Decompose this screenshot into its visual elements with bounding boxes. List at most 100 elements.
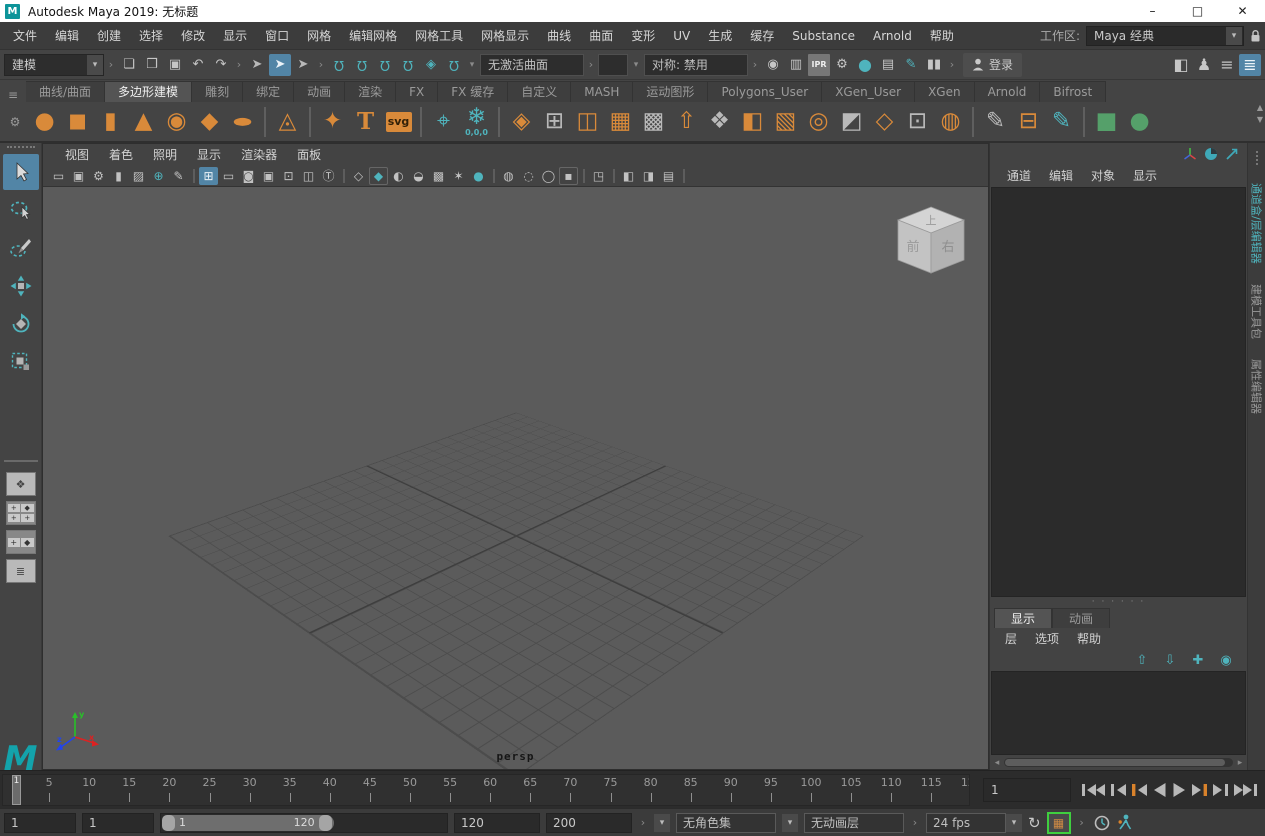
- lights-icon[interactable]: ✶: [449, 167, 468, 185]
- shelf-tab[interactable]: FX: [396, 81, 439, 102]
- super-shape-icon[interactable]: ✦: [316, 104, 349, 140]
- shelf-sep-1[interactable]: [259, 104, 271, 140]
- shelf-tab[interactable]: 自定义: [508, 81, 572, 102]
- menu-item[interactable]: 帮助: [921, 22, 963, 50]
- chevron-down-icon[interactable]: ▾: [1226, 26, 1242, 45]
- sidebar-modeling-toolkit-icon[interactable]: ◧: [1170, 54, 1192, 76]
- animation-layer-field[interactable]: 无动画层: [804, 812, 904, 833]
- speed-indicator-icon[interactable]: [1204, 147, 1218, 161]
- panel-splitter[interactable]: · · · · · ·: [990, 597, 1247, 607]
- render-setup-icon[interactable]: ▤: [877, 54, 899, 76]
- animation-end-field[interactable]: 200: [546, 812, 632, 833]
- login-button[interactable]: 登录: [963, 52, 1023, 77]
- single-pane-layout[interactable]: ❖: [5, 472, 36, 496]
- menu-item[interactable]: 生成: [699, 22, 741, 50]
- section-collapse-icon[interactable]: [234, 53, 244, 77]
- menu-item[interactable]: 网格工具: [406, 22, 472, 50]
- shelf-tab[interactable]: Bifrost: [1040, 81, 1107, 102]
- four-pane-layout[interactable]: + ◆ + +: [5, 501, 36, 525]
- section-collapse-icon[interactable]: [1077, 811, 1087, 835]
- menu-item[interactable]: 网格: [298, 22, 340, 50]
- playback-start-field[interactable]: 1: [82, 812, 154, 833]
- snap-curve-icon[interactable]: Ω: [351, 54, 373, 76]
- playback-end-field[interactable]: 120: [454, 812, 540, 833]
- poly-cylinder-icon[interactable]: ▮: [94, 104, 127, 140]
- play-backward-button[interactable]: [1152, 781, 1168, 799]
- snap-projected-center-icon[interactable]: Ω: [397, 54, 419, 76]
- minimize-button[interactable]: –: [1130, 0, 1175, 22]
- sweep-mesh-icon[interactable]: ⌖: [427, 104, 460, 140]
- section-collapse-icon[interactable]: [586, 53, 596, 77]
- vp-sep-3[interactable]: [489, 167, 498, 185]
- scroll-right-icon[interactable]: ▸: [1235, 758, 1245, 768]
- menu-item[interactable]: 选择: [130, 22, 172, 50]
- sidebar-channel-box-icon[interactable]: ≣: [1239, 53, 1261, 76]
- sidebar-tab[interactable]: 属性编辑器: [1249, 349, 1265, 424]
- step-forward-key-button[interactable]: [1211, 781, 1229, 799]
- use-default-material-icon[interactable]: ◒: [409, 167, 428, 185]
- exposure-icon[interactable]: ▪: [559, 166, 578, 185]
- shelf-tab[interactable]: Arnold: [974, 81, 1041, 102]
- viewport-menu-item[interactable]: 照明: [143, 146, 187, 163]
- layer-add-icon[interactable]: ✚: [1187, 649, 1209, 671]
- paint-effects-icon[interactable]: ✎: [900, 54, 922, 76]
- workspace-selector[interactable]: Maya 经典 ▾: [1086, 25, 1244, 46]
- shelf-tab[interactable]: FX 缓存: [438, 81, 509, 102]
- shelf-sep-3[interactable]: [415, 104, 427, 140]
- viewport-canvas[interactable]: 上 前 右 y x z persp: [43, 187, 988, 769]
- grid-fill-icon[interactable]: ▩: [637, 104, 670, 140]
- poly-cone-icon[interactable]: ▲: [127, 104, 160, 140]
- select-hierarchy-icon[interactable]: ➤: [246, 54, 268, 76]
- outliner-layout[interactable]: ≣: [5, 559, 36, 583]
- channel-box-menu-item[interactable]: 编辑: [1040, 167, 1082, 184]
- scrollbar-thumb[interactable]: [1005, 759, 1225, 766]
- chevron-down-icon[interactable]: ▾: [654, 813, 670, 832]
- layer-move-up-icon[interactable]: ⇧: [1131, 649, 1153, 671]
- redo-icon[interactable]: ↷: [210, 54, 232, 76]
- menu-item[interactable]: UV: [664, 22, 699, 50]
- mirror-icon[interactable]: ◫: [571, 104, 604, 140]
- xray-active-icon[interactable]: ◨: [639, 167, 658, 185]
- input-presets-field[interactable]: [598, 53, 628, 76]
- chevron-down-icon[interactable]: ▾: [630, 54, 642, 76]
- sidebar-tab[interactable]: 建模工具包: [1249, 274, 1265, 349]
- menu-item[interactable]: 文件: [4, 22, 46, 50]
- sculpt-mesh-icon[interactable]: ◍: [934, 104, 967, 140]
- channel-box-menu-item[interactable]: 显示: [1124, 167, 1166, 184]
- material-lambert-icon[interactable]: ■: [1090, 104, 1123, 140]
- chevron-down-icon[interactable]: ▾: [782, 813, 798, 832]
- viewport-menu-item[interactable]: 面板: [287, 146, 331, 163]
- material-ocean-icon[interactable]: ●: [1123, 104, 1156, 140]
- range-handle-right[interactable]: [318, 814, 332, 831]
- shelf-tab[interactable]: 绑定: [243, 81, 295, 102]
- film-gate-icon[interactable]: ▭: [219, 167, 238, 185]
- curve-project-icon[interactable]: ▧: [769, 104, 802, 140]
- fps-selector[interactable]: 24 fps ▾: [926, 812, 1022, 833]
- layer-add-selected-icon[interactable]: ◉: [1215, 649, 1237, 671]
- split-pane-layout[interactable]: + ◆: [5, 530, 36, 554]
- xray-icon[interactable]: ◧: [619, 167, 638, 185]
- shelf-tab[interactable]: 渲染: [345, 81, 397, 102]
- maximize-button[interactable]: □: [1175, 0, 1220, 22]
- active-surface-field[interactable]: 无激活曲面: [480, 53, 584, 76]
- channel-box-menu-item[interactable]: 对象: [1082, 167, 1124, 184]
- character-set-field[interactable]: 无角色集: [676, 812, 776, 833]
- snap-point-icon[interactable]: Ω: [374, 54, 396, 76]
- grease-pencil-icon[interactable]: ✎: [169, 167, 188, 185]
- menu-item[interactable]: Substance: [783, 22, 864, 50]
- shelf-tab[interactable]: Polygons_User: [708, 81, 823, 102]
- poly-cube-icon[interactable]: ◼: [61, 104, 94, 140]
- step-back-frame-button[interactable]: [1131, 781, 1149, 799]
- menu-item[interactable]: 曲面: [580, 22, 622, 50]
- scale-tool[interactable]: [3, 344, 39, 380]
- section-collapse-icon[interactable]: [910, 811, 920, 835]
- isolate-select-icon[interactable]: ◳: [589, 167, 608, 185]
- viewport-menu-item[interactable]: 着色: [99, 146, 143, 163]
- play-forward-button[interactable]: [1171, 781, 1187, 799]
- poly-disc-icon[interactable]: ●: [226, 104, 259, 140]
- animation-preferences-icon[interactable]: [1093, 814, 1111, 832]
- step-forward-frame-button[interactable]: [1190, 781, 1208, 799]
- layer-editor-tab[interactable]: 动画: [1052, 608, 1111, 628]
- target-weld-icon[interactable]: ⊡: [901, 104, 934, 140]
- go-to-end-button[interactable]: [1232, 781, 1258, 799]
